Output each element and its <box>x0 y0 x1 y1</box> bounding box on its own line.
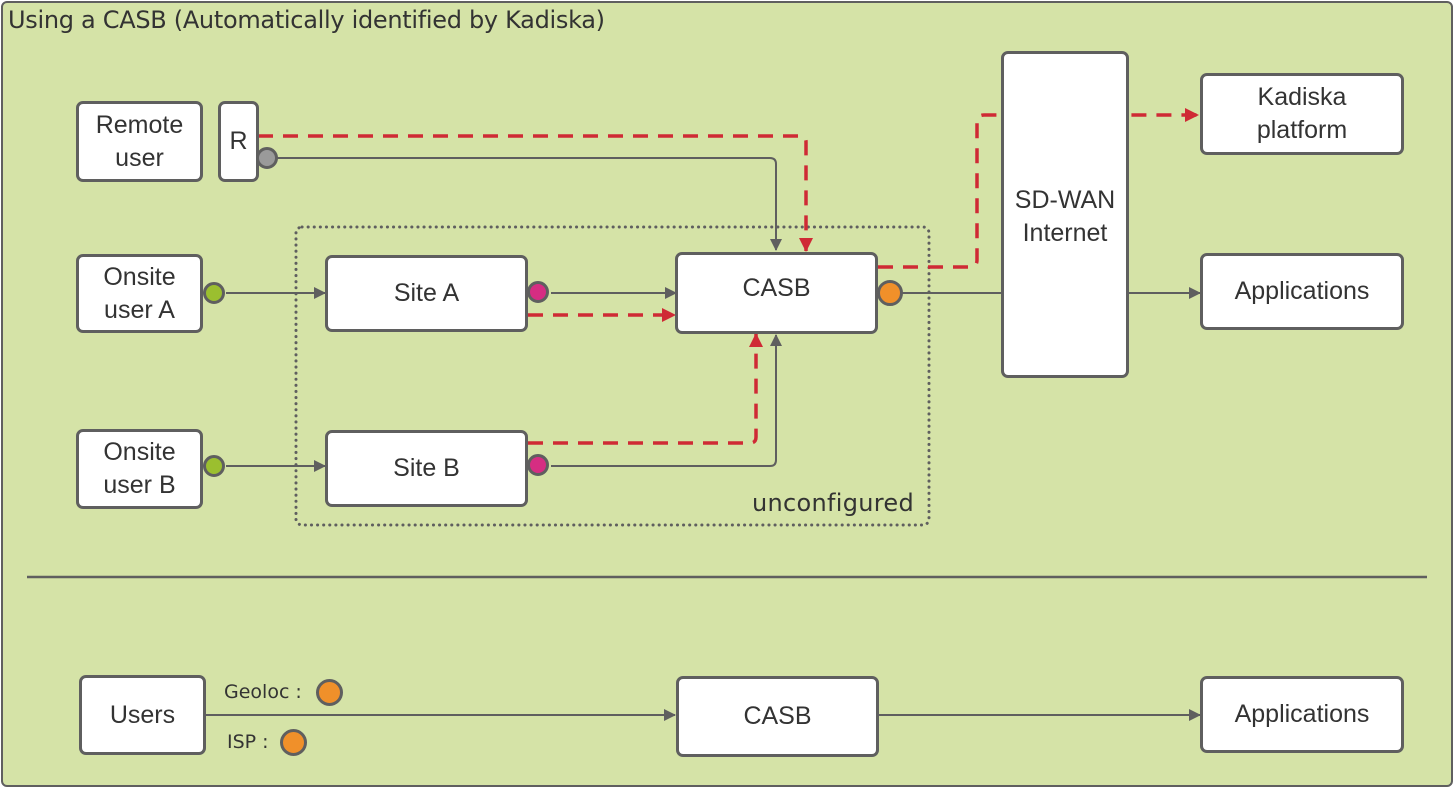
legend-node-applications: Applications <box>1200 676 1404 753</box>
node-site-b: Site B <box>325 430 528 507</box>
node-remote-agent: R <box>218 101 259 182</box>
geoloc-label: Geoloc : <box>224 681 302 703</box>
dashed-remote-to-casb <box>258 134 813 252</box>
node-applications: Applications <box>1200 253 1404 330</box>
node-sdwan-internet: SD-WAN Internet <box>1001 51 1129 378</box>
site-b-dot <box>527 454 549 476</box>
node-onsite-user-a: Onsite user A <box>76 254 203 333</box>
node-kadiska-platform: Kadiska platform <box>1200 73 1404 155</box>
site-a-dot <box>527 281 549 303</box>
casb-dot <box>877 280 903 306</box>
unconfigured-group-label: unconfigured <box>752 489 915 517</box>
onsite-user-b-dot <box>203 455 225 477</box>
legend-node-users: Users <box>79 675 206 755</box>
node-onsite-user-b: Onsite user B <box>76 429 203 509</box>
legend-node-casb: CASB <box>676 676 879 757</box>
geoloc-dot <box>316 679 343 706</box>
node-site-a: Site A <box>325 255 528 332</box>
node-remote-user: Remote user <box>76 101 203 182</box>
connector-remote-to-casb <box>268 157 782 251</box>
isp-label: ISP : <box>227 731 269 753</box>
onsite-user-a-dot <box>203 282 225 304</box>
isp-dot <box>280 729 307 756</box>
connector-site-b-to-casb <box>551 334 782 467</box>
node-casb: CASB <box>675 252 878 334</box>
dashed-site-b-to-casb <box>528 333 763 445</box>
remote-agent-dot <box>256 147 278 169</box>
